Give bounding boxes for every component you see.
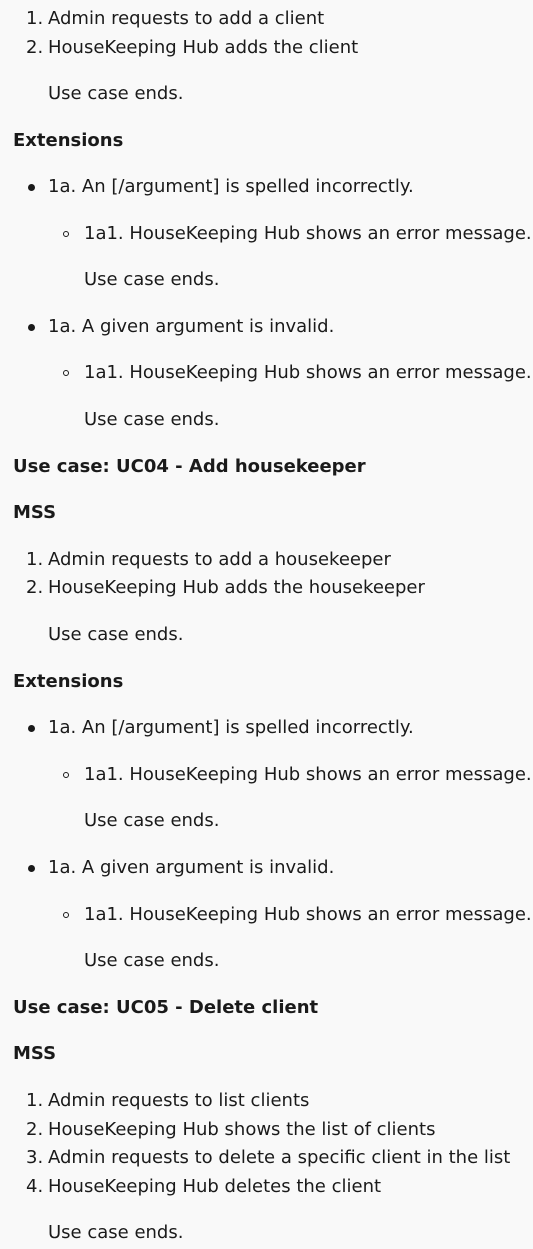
bullet-icon	[28, 324, 35, 331]
mss-heading: MSS	[13, 1043, 57, 1064]
use-case-ends: Use case ends.	[48, 1222, 184, 1243]
use-case-title: Use case: UC04 - Add housekeeper	[13, 456, 366, 477]
extension-label: 1a. An [/argument] is spelled incorrectl…	[48, 717, 414, 738]
bullet-icon	[28, 184, 35, 191]
mss-step: HouseKeeping Hub shows the list of clien…	[48, 1119, 436, 1140]
step-number: 2.	[26, 1119, 44, 1140]
mss-step: Admin requests to add a client	[48, 8, 325, 29]
bullet-icon	[28, 865, 35, 872]
step-number: 2.	[26, 577, 44, 598]
mss-step: Admin requests to delete a specific clie…	[48, 1147, 511, 1168]
document: 1. Admin requests to add a client 2. Hou…	[0, 0, 533, 1249]
use-case-ends: Use case ends.	[84, 950, 220, 971]
extension-label: 1a. An [/argument] is spelled incorrectl…	[48, 176, 414, 197]
use-case-title: Use case: UC05 - Delete client	[13, 997, 319, 1018]
mss-step: HouseKeeping Hub adds the housekeeper	[48, 577, 425, 598]
circle-bullet-icon	[63, 912, 69, 918]
step-number: 2.	[26, 37, 44, 58]
use-case-ends: Use case ends.	[84, 269, 220, 290]
extensions-heading: Extensions	[13, 130, 124, 151]
mss-heading: MSS	[13, 502, 57, 523]
use-case-ends: Use case ends.	[84, 810, 220, 831]
step-number: 1.	[26, 549, 44, 570]
extension-sub-step: 1a1. HouseKeeping Hub shows an error mes…	[84, 362, 532, 383]
step-number: 3.	[26, 1147, 44, 1168]
use-case-ends: Use case ends.	[48, 624, 184, 645]
use-case-ends: Use case ends.	[84, 409, 220, 430]
extension-sub-step: 1a1. HouseKeeping Hub shows an error mes…	[84, 764, 532, 785]
mss-step: Admin requests to add a housekeeper	[48, 549, 391, 570]
circle-bullet-icon	[63, 370, 69, 376]
extension-label: 1a. A given argument is invalid.	[48, 316, 335, 337]
circle-bullet-icon	[63, 231, 69, 237]
mss-step: Admin requests to list clients	[48, 1090, 310, 1111]
step-number: 4.	[26, 1176, 44, 1197]
extensions-heading: Extensions	[13, 671, 124, 692]
step-number: 1.	[26, 1090, 44, 1111]
bullet-icon	[28, 725, 35, 732]
use-case-ends: Use case ends.	[48, 83, 184, 104]
circle-bullet-icon	[63, 772, 69, 778]
extension-sub-step: 1a1. HouseKeeping Hub shows an error mes…	[84, 223, 532, 244]
mss-step: HouseKeeping Hub deletes the client	[48, 1176, 382, 1197]
mss-step: HouseKeeping Hub adds the client	[48, 37, 359, 58]
step-number: 1.	[26, 8, 44, 29]
extension-label: 1a. A given argument is invalid.	[48, 857, 335, 878]
extension-sub-step: 1a1. HouseKeeping Hub shows an error mes…	[84, 904, 532, 925]
